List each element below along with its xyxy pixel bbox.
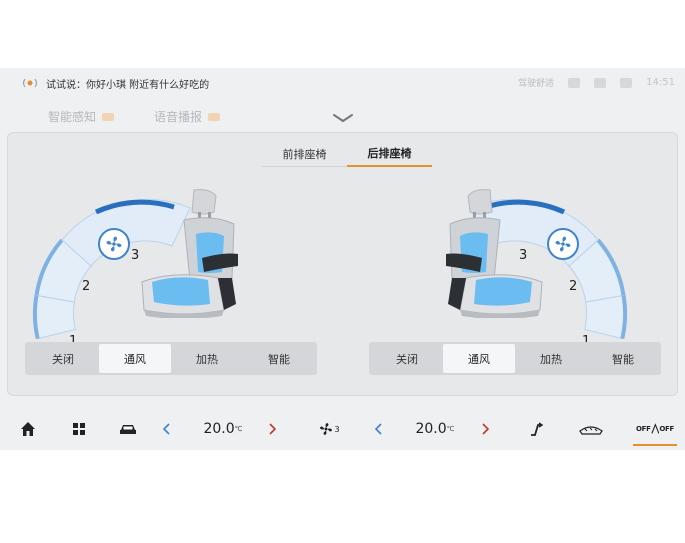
ac-off-active-indicator bbox=[633, 444, 677, 446]
status-time: 14:51 bbox=[646, 77, 675, 88]
home-icon[interactable] bbox=[20, 420, 36, 438]
left-level-1-segment[interactable] bbox=[34, 294, 76, 340]
signal-icon bbox=[620, 77, 633, 88]
apps-grid-icon[interactable] bbox=[72, 420, 86, 438]
right-mode-smart[interactable]: 智能 bbox=[587, 344, 659, 373]
off-label-right: OFF bbox=[659, 425, 674, 433]
right-mode-off[interactable]: 关闭 bbox=[371, 344, 443, 373]
voice-hint-text: 试试说：你好小琪 附近有什么好吃的 bbox=[46, 80, 210, 91]
chevron-down-icon[interactable] bbox=[332, 112, 354, 124]
right-mode-ventilate[interactable]: 通风 bbox=[443, 344, 515, 373]
right-mode-heat[interactable]: 加热 bbox=[515, 344, 587, 373]
location-icon bbox=[594, 77, 607, 88]
background-tabs: 智能感知 语音播报 bbox=[48, 108, 221, 125]
tab-front-seats[interactable]: 前排座椅 bbox=[262, 141, 347, 167]
fan-icon bbox=[555, 236, 571, 252]
status-mode-text: 驾驶舒适 bbox=[518, 79, 555, 89]
right-temp-value: 20.0 bbox=[415, 421, 447, 437]
right-temperature: 20.0 ℃ bbox=[415, 420, 455, 438]
bg-tab-smart-sense: 智能感知 bbox=[48, 108, 115, 125]
left-temp-value: 20.0 bbox=[203, 421, 235, 437]
left-seat-mode-selector: 关闭 通风 加热 智能 bbox=[25, 342, 317, 375]
fan-icon bbox=[320, 423, 333, 435]
bottom-control-bar: 20.0 ℃ 3 20.0 ℃ OFF OFF bbox=[0, 408, 685, 450]
climate-screen: 试试说：你好小琪 附近有什么好吃的 驾驶舒适 14:51 智能感知 语音播报 前… bbox=[0, 68, 685, 450]
left-mode-ventilate[interactable]: 通风 bbox=[99, 344, 171, 373]
left-temp-unit: ℃ bbox=[234, 425, 243, 433]
car-icon[interactable] bbox=[119, 420, 137, 438]
status-bar: 试试说：你好小琪 附近有什么好吃的 驾驶舒适 14:51 bbox=[0, 68, 685, 98]
seat-row-tabs: 前排座椅 后排座椅 bbox=[262, 141, 432, 167]
left-temperature: 20.0 ℃ bbox=[203, 420, 243, 438]
right-level-2-label: 2 bbox=[569, 279, 577, 294]
left-ventilation-fan-button[interactable] bbox=[98, 228, 130, 260]
right-temp-unit: ℃ bbox=[446, 425, 455, 433]
right-temp-decrease-icon[interactable] bbox=[374, 420, 384, 438]
ac-off-button[interactable]: OFF OFF bbox=[636, 420, 674, 438]
left-mode-smart[interactable]: 智能 bbox=[243, 344, 315, 373]
right-seat-mode-selector: 关闭 通风 加热 智能 bbox=[369, 342, 661, 375]
right-seat-image bbox=[446, 189, 543, 318]
left-temp-decrease-icon[interactable] bbox=[162, 420, 172, 438]
message-icon bbox=[568, 77, 581, 88]
bg-tab-voice: 语音播报 bbox=[154, 108, 221, 125]
left-seat-image bbox=[141, 189, 238, 318]
status-icons: 驾驶舒适 14:51 bbox=[518, 76, 675, 89]
voice-assistant-icon[interactable] bbox=[20, 76, 40, 90]
off-label-left: OFF bbox=[636, 425, 651, 433]
windshield-defrost-icon[interactable] bbox=[578, 420, 604, 438]
left-temp-increase-icon[interactable] bbox=[267, 420, 277, 438]
fan-level-value: 3 bbox=[334, 424, 340, 434]
right-level-1-segment[interactable] bbox=[584, 294, 626, 340]
fan-icon bbox=[106, 236, 122, 252]
tab-rear-seats[interactable]: 后排座椅 bbox=[347, 141, 432, 167]
left-level-2-label: 2 bbox=[82, 279, 90, 294]
seat-airflow-icon[interactable] bbox=[528, 420, 544, 438]
left-mode-heat[interactable]: 加热 bbox=[171, 344, 243, 373]
left-mode-off[interactable]: 关闭 bbox=[27, 344, 99, 373]
right-ventilation-fan-button[interactable] bbox=[547, 228, 579, 260]
airflow-off-icon bbox=[651, 423, 659, 434]
fan-speed-control[interactable]: 3 bbox=[316, 420, 342, 438]
right-temp-increase-icon[interactable] bbox=[480, 420, 490, 438]
